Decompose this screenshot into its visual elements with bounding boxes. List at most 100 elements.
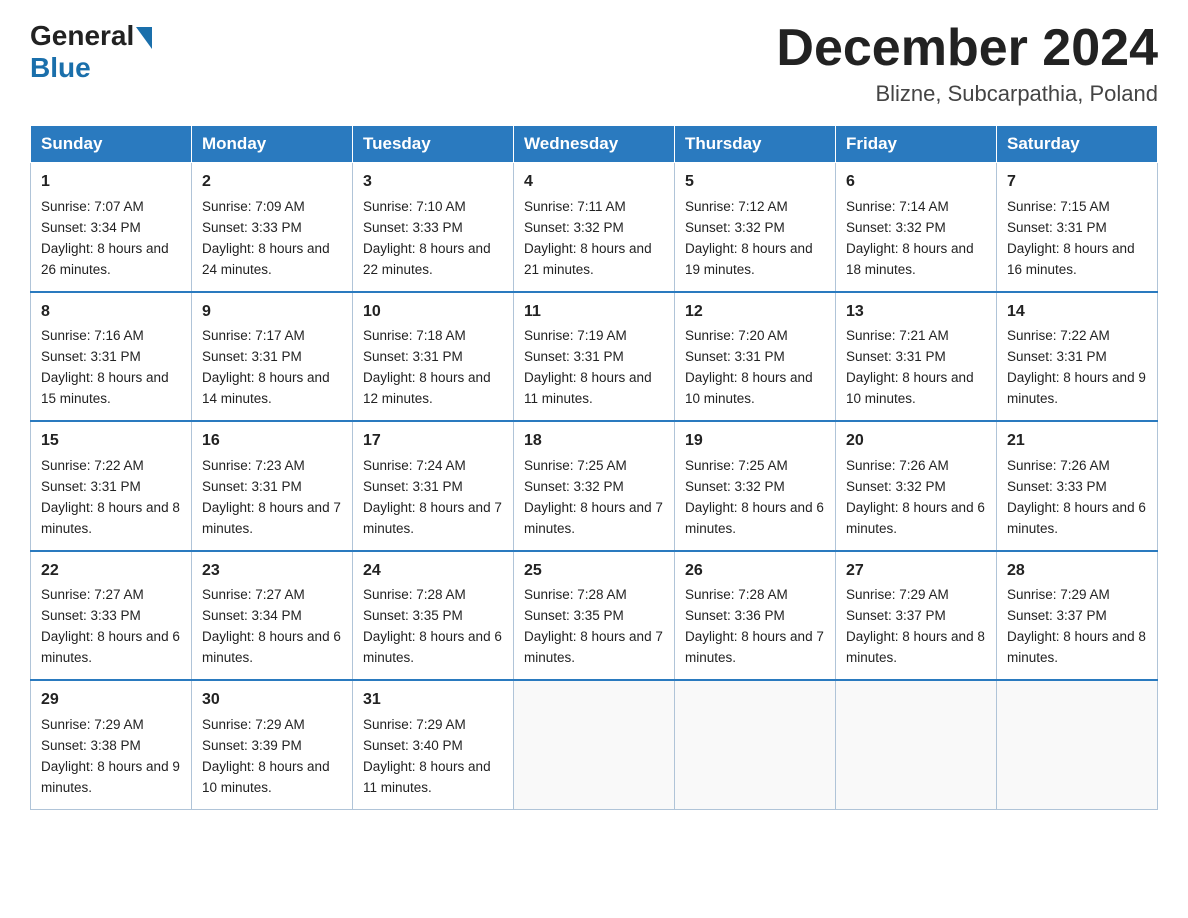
table-row: 19Sunrise: 7:25 AMSunset: 3:32 PMDayligh… [675, 421, 836, 550]
sunset-text: Sunset: 3:33 PM [41, 608, 141, 623]
sunset-text: Sunset: 3:32 PM [846, 220, 946, 235]
sunset-text: Sunset: 3:33 PM [363, 220, 463, 235]
day-number: 31 [363, 688, 503, 713]
page-header: General Blue December 2024 Blizne, Subca… [30, 20, 1158, 107]
table-row: 14Sunrise: 7:22 AMSunset: 3:31 PMDayligh… [997, 292, 1158, 421]
table-row: 20Sunrise: 7:26 AMSunset: 3:32 PMDayligh… [836, 421, 997, 550]
sunrise-text: Sunrise: 7:29 AM [41, 717, 144, 732]
calendar-header: Sunday Monday Tuesday Wednesday Thursday… [31, 126, 1158, 163]
daylight-text: Daylight: 8 hours and 12 minutes. [363, 370, 491, 406]
calendar-week-row: 8Sunrise: 7:16 AMSunset: 3:31 PMDaylight… [31, 292, 1158, 421]
sunrise-text: Sunrise: 7:10 AM [363, 199, 466, 214]
sunrise-text: Sunrise: 7:29 AM [202, 717, 305, 732]
calendar-week-row: 22 Sunrise: 7:27 AM Sunset: 3:33 PM Dayligh… [31, 551, 1158, 680]
table-row: 12Sunrise: 7:20 AMSunset: 3:31 PMDayligh… [675, 292, 836, 421]
title-block: December 2024 Blizne, Subcarpathia, Pola… [776, 20, 1158, 107]
day-number: 5 [685, 170, 825, 195]
sunset-text: Sunset: 3:35 PM [524, 608, 624, 623]
table-row: 4Sunrise: 7:11 AMSunset: 3:32 PMDaylight… [514, 163, 675, 292]
daylight-text: Daylight: 8 hours and 11 minutes. [363, 759, 491, 795]
sunset-text: Sunset: 3:31 PM [1007, 220, 1107, 235]
sunrise-text: Sunrise: 7:21 AM [846, 328, 949, 343]
day-number: 4 [524, 170, 664, 195]
day-number: 11 [524, 300, 664, 325]
sunset-text: Sunset: 3:31 PM [363, 349, 463, 364]
sunrise-text: Sunrise: 7:25 AM [685, 458, 788, 473]
table-row [514, 680, 675, 809]
day-number: 20 [846, 429, 986, 454]
day-number: 16 [202, 429, 342, 454]
sunset-text: Sunset: 3:32 PM [524, 220, 624, 235]
daylight-text: Daylight: 8 hours and 10 minutes. [202, 759, 330, 795]
sunset-text: Sunset: 3:36 PM [685, 608, 785, 623]
day-number: 22 [41, 559, 181, 584]
table-row: 25Sunrise: 7:28 AMSunset: 3:35 PMDayligh… [514, 551, 675, 680]
day-number: 2 [202, 170, 342, 195]
sunset-text: Sunset: 3:37 PM [846, 608, 946, 623]
day-number: 18 [524, 429, 664, 454]
table-row: 24Sunrise: 7:28 AMSunset: 3:35 PMDayligh… [353, 551, 514, 680]
daylight-text: Daylight: 8 hours and 6 minutes. [202, 629, 341, 665]
col-monday: Monday [192, 126, 353, 163]
table-row: 31Sunrise: 7:29 AMSunset: 3:40 PMDayligh… [353, 680, 514, 809]
calendar-week-row: 29Sunrise: 7:29 AMSunset: 3:38 PMDayligh… [31, 680, 1158, 809]
sunrise-text: Sunrise: 7:26 AM [846, 458, 949, 473]
sunrise-text: Sunrise: 7:28 AM [685, 587, 788, 602]
sunset-text: Sunset: 3:33 PM [202, 220, 302, 235]
day-number: 23 [202, 559, 342, 584]
calendar-subtitle: Blizne, Subcarpathia, Poland [776, 81, 1158, 107]
day-number: 17 [363, 429, 503, 454]
sunset-text: Sunset: 3:40 PM [363, 738, 463, 753]
sunrise-text: Sunrise: 7:17 AM [202, 328, 305, 343]
day-number: 28 [1007, 559, 1147, 584]
sunrise-text: Sunrise: 7:15 AM [1007, 199, 1110, 214]
daylight-text: Daylight: 8 hours and 24 minutes. [202, 241, 330, 277]
daylight-text: Daylight: 8 hours and 16 minutes. [1007, 241, 1135, 277]
table-row: 27Sunrise: 7:29 AMSunset: 3:37 PMDayligh… [836, 551, 997, 680]
table-row: 5Sunrise: 7:12 AMSunset: 3:32 PMDaylight… [675, 163, 836, 292]
daylight-text: Daylight: 8 hours and 10 minutes. [846, 370, 974, 406]
sunrise-text: Sunrise: 7:12 AM [685, 199, 788, 214]
calendar-title: December 2024 [776, 20, 1158, 77]
col-thursday: Thursday [675, 126, 836, 163]
col-wednesday: Wednesday [514, 126, 675, 163]
day-number: 10 [363, 300, 503, 325]
sunset-text: Sunset: 3:32 PM [685, 479, 785, 494]
table-row: 22Sunrise: 7:27 AMSunset: 3:33 PMDayligh… [31, 551, 192, 680]
table-row: 7Sunrise: 7:15 AMSunset: 3:31 PMDaylight… [997, 163, 1158, 292]
sunrise-text: Sunrise: 7:20 AM [685, 328, 788, 343]
sunset-text: Sunset: 3:34 PM [41, 220, 141, 235]
sunrise-text: Sunrise: 7:27 AM [202, 587, 305, 602]
sunset-text: Sunset: 3:35 PM [363, 608, 463, 623]
day-number: 9 [202, 300, 342, 325]
daylight-text: Daylight: 8 hours and 7 minutes. [524, 500, 663, 536]
sunrise-text: Sunrise: 7:24 AM [363, 458, 466, 473]
day-number: 3 [363, 170, 503, 195]
sunrise-text: Sunrise: 7:29 AM [1007, 587, 1110, 602]
daylight-text: Daylight: 8 hours and 6 minutes. [685, 500, 824, 536]
logo-arrow-icon [136, 27, 152, 49]
sunset-text: Sunset: 3:32 PM [846, 479, 946, 494]
day-number: 25 [524, 559, 664, 584]
daylight-text: Daylight: 8 hours and 7 minutes. [524, 629, 663, 665]
daylight-text: Daylight: 8 hours and 9 minutes. [41, 759, 180, 795]
daylight-text: Daylight: 8 hours and 9 minutes. [1007, 370, 1146, 406]
sunset-text: Sunset: 3:31 PM [1007, 349, 1107, 364]
sunrise-text: Sunrise: 7:26 AM [1007, 458, 1110, 473]
daylight-text: Daylight: 8 hours and 10 minutes. [685, 370, 813, 406]
sunrise-text: Sunrise: 7:23 AM [202, 458, 305, 473]
table-row [836, 680, 997, 809]
sunset-text: Sunset: 3:31 PM [524, 349, 624, 364]
table-row: 26Sunrise: 7:28 AMSunset: 3:36 PMDayligh… [675, 551, 836, 680]
daylight-text: Daylight: 8 hours and 14 minutes. [202, 370, 330, 406]
table-row: 3Sunrise: 7:10 AMSunset: 3:33 PMDaylight… [353, 163, 514, 292]
table-row [675, 680, 836, 809]
col-saturday: Saturday [997, 126, 1158, 163]
daylight-text: Daylight: 8 hours and 18 minutes. [846, 241, 974, 277]
daylight-text: Daylight: 8 hours and 21 minutes. [524, 241, 652, 277]
daylight-text: Daylight: 8 hours and 11 minutes. [524, 370, 652, 406]
day-number: 6 [846, 170, 986, 195]
sunrise-text: Sunrise: 7:27 AM [41, 587, 144, 602]
table-row: 28Sunrise: 7:29 AMSunset: 3:37 PMDayligh… [997, 551, 1158, 680]
day-number: 8 [41, 300, 181, 325]
